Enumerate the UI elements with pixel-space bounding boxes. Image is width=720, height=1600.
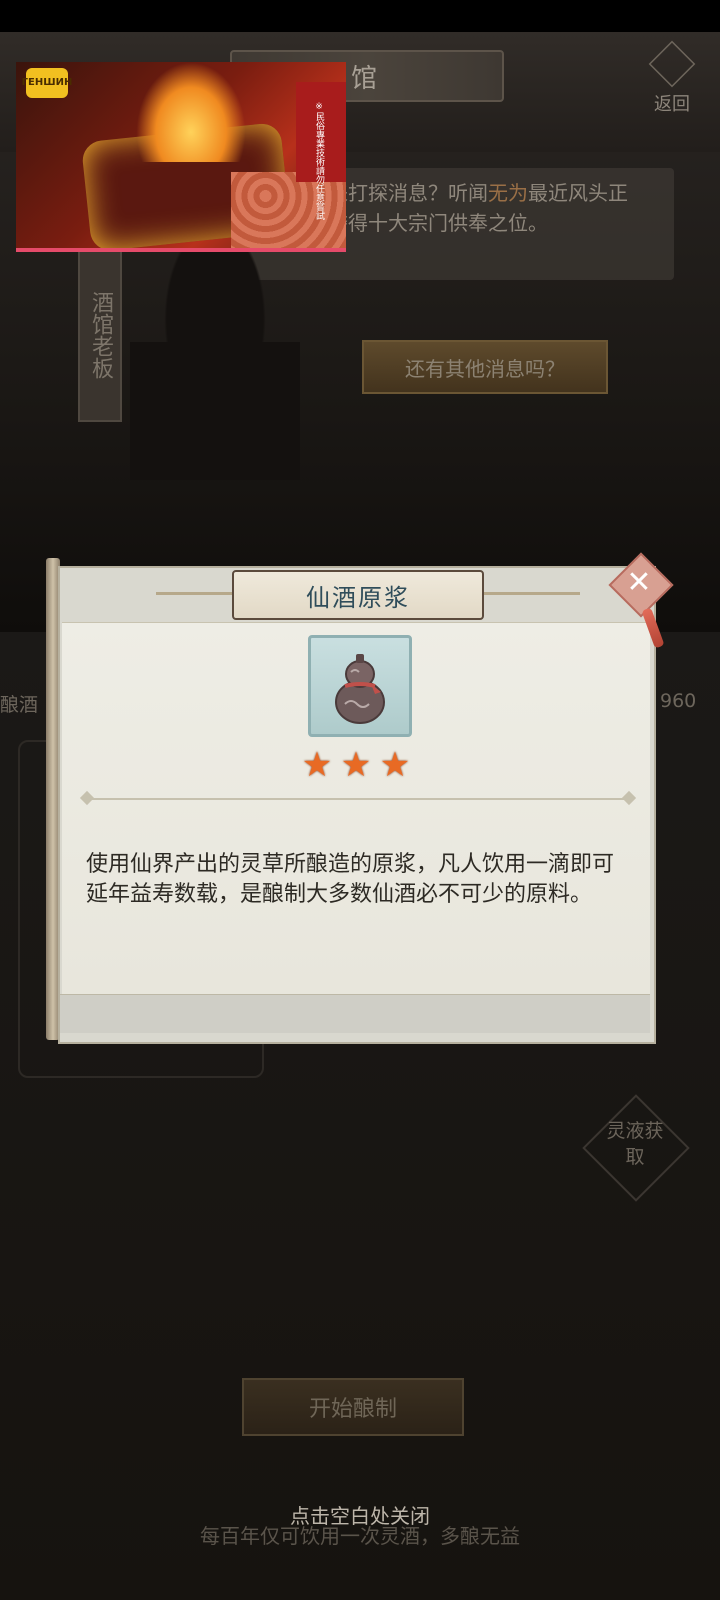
back-label: 返回 [654, 94, 690, 115]
item-title: 仙酒原浆 [306, 583, 410, 612]
footer-note: 每百年仅可饮用一次灵酒，多酿无益 [200, 1524, 520, 1548]
gourd-icon [335, 654, 385, 724]
npc-name-tag: 酒馆老板 [78, 248, 122, 422]
star-icon: ★ [340, 745, 372, 785]
item-icon-frame [308, 635, 412, 737]
video-flame [136, 62, 246, 162]
video-note: ※民俗專業技術請勿任意嘗試 [314, 102, 324, 220]
close-x-icon: ✕ [626, 565, 652, 600]
more-news-button[interactable]: 还有其他消息吗？ [362, 340, 608, 394]
star-icon: ★ [301, 745, 333, 785]
status-bar [0, 0, 720, 32]
popup-title-plate: 仙酒原浆 [232, 570, 484, 620]
get-liquid-button[interactable]: 灵液获取 [600, 1118, 670, 1178]
title-ornament-right [480, 592, 580, 595]
item-description: 使用仙界产出的灵草所酿造的原浆，凡人饮用一滴即可延年益寿数载，是酿制大多数仙酒必… [86, 852, 615, 907]
start-brew-button[interactable]: 开始酿制 [242, 1378, 464, 1436]
star-icon: ★ [379, 745, 411, 785]
video-overlay[interactable]: ГЕНШИН ※民俗專業技術請勿任意嘗試 [16, 62, 346, 252]
dialog-highlight: 无为 [488, 181, 528, 205]
popup-footer [60, 994, 650, 1033]
back-icon [648, 40, 696, 88]
video-pattern [231, 172, 346, 248]
divider [86, 798, 634, 800]
resource-count: 960 [660, 690, 697, 712]
video-badge: ГЕНШИН [22, 68, 72, 98]
back-button[interactable]: 返回 [642, 40, 702, 115]
close-button[interactable]: ✕ [608, 552, 674, 649]
star-rating: ★ ★ ★ [300, 748, 412, 784]
npc-silhouette [130, 250, 300, 480]
brew-label: 酿酒 [0, 694, 39, 716]
